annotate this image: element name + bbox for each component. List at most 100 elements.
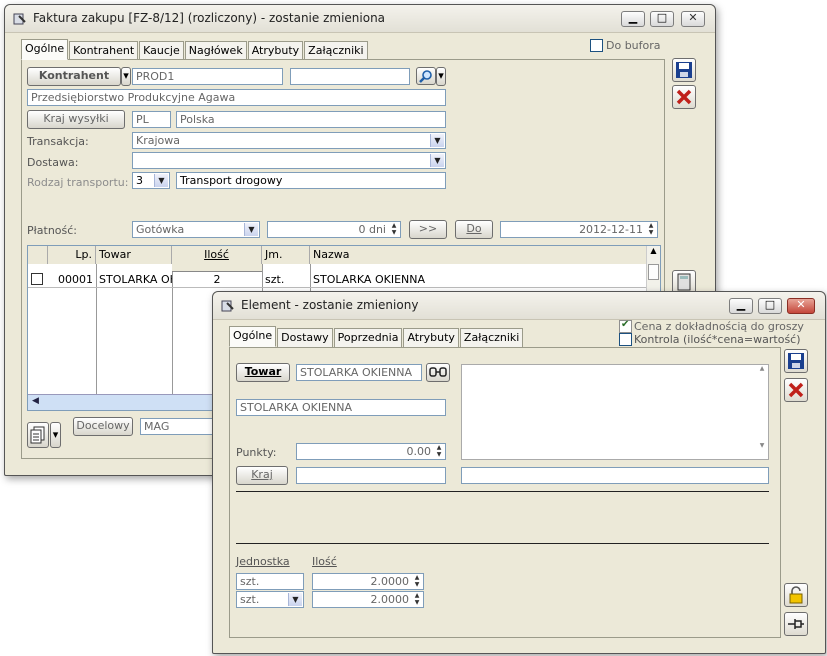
arrow-button[interactable]: >> bbox=[409, 220, 447, 239]
divider-bottom bbox=[236, 543, 769, 544]
dni-spinner[interactable]: 0 dni ▲ ▼ bbox=[267, 221, 401, 238]
jednostka-select-2[interactable]: szt. ▼ bbox=[236, 591, 304, 608]
towar-code-field[interactable]: STOLARKA OKIENNA bbox=[296, 364, 422, 381]
kraj-field[interactable] bbox=[296, 467, 446, 484]
tab-ogolne[interactable]: Ogólne bbox=[229, 326, 277, 347]
kraj-extra-field[interactable] bbox=[461, 467, 769, 484]
rodzaj-transportu-code-select[interactable]: 3 ▼ bbox=[132, 172, 170, 189]
close-button[interactable]: ✕ bbox=[681, 11, 705, 27]
padlock-icon bbox=[789, 586, 803, 604]
maximize-button[interactable]: □ bbox=[650, 11, 674, 27]
row-checkbox[interactable] bbox=[31, 273, 43, 285]
rodzaj-transportu-code: 3 bbox=[136, 174, 143, 187]
table-row[interactable]: 00001 STOLARKA OKIENNA 2 szt. STOLARKA O… bbox=[28, 272, 648, 288]
jednostka-field-1[interactable]: szt. bbox=[236, 573, 304, 590]
kontrahent-search-field[interactable] bbox=[290, 68, 410, 85]
tab-dostawy[interactable]: Dostawy bbox=[277, 328, 333, 347]
platnosc-label: Płatność: bbox=[27, 224, 77, 237]
kontrahent-name-field[interactable]: Przedsiębiorstwo Produkcyjne Agawa bbox=[27, 89, 446, 106]
grid-header-towar[interactable]: Towar bbox=[96, 246, 172, 264]
kraj-code-field[interactable]: PL bbox=[132, 111, 171, 128]
document-dropdown-button[interactable]: ▾ bbox=[50, 422, 61, 448]
do-bufora-checkbox[interactable] bbox=[590, 39, 603, 52]
cancel-button[interactable] bbox=[784, 378, 808, 402]
divider-top bbox=[236, 491, 769, 492]
row-jm: szt. bbox=[265, 273, 285, 286]
save-icon bbox=[676, 62, 692, 78]
document-icon-button[interactable] bbox=[27, 422, 49, 448]
tab-naglowek[interactable]: Nagłówek bbox=[184, 41, 247, 60]
towar-button[interactable]: Towar bbox=[236, 363, 290, 382]
do-button[interactable]: Do bbox=[455, 220, 493, 239]
dostawa-select[interactable]: ▼ bbox=[132, 152, 446, 169]
cancel-button[interactable] bbox=[672, 85, 696, 109]
grid-header-jm[interactable]: Jm. bbox=[262, 246, 310, 264]
date-value: 2012-12-11 bbox=[579, 223, 643, 236]
tab-kaucje[interactable]: Kaucje bbox=[139, 41, 184, 60]
invoice-window-title: Faktura zakupu [FZ-8/12] (rozliczony) - … bbox=[33, 11, 386, 25]
tab-kontrahent[interactable]: Kontrahent bbox=[69, 41, 139, 60]
calculator-icon bbox=[677, 273, 691, 291]
search-icon-button[interactable] bbox=[416, 67, 436, 85]
window-app-icon bbox=[221, 300, 234, 312]
grid-header-ilosc[interactable]: Ilość bbox=[172, 246, 262, 264]
tab-atrybuty[interactable]: Atrybuty bbox=[247, 41, 304, 60]
jednostka-value-2: szt. bbox=[240, 593, 260, 606]
kontrahent-code-field[interactable]: PROD1 bbox=[132, 68, 283, 85]
cena-checkbox[interactable] bbox=[619, 319, 632, 333]
grid-header-nazwa[interactable]: Nazwa bbox=[310, 246, 648, 264]
dostawa-label: Dostawa: bbox=[27, 156, 79, 169]
maximize-button[interactable]: □ bbox=[758, 298, 782, 314]
save-button[interactable] bbox=[672, 58, 696, 82]
description-textarea[interactable]: ▲ ▼ bbox=[461, 364, 769, 460]
tab-zalaczniki[interactable]: Załączniki bbox=[459, 328, 524, 347]
tab-poprzednia[interactable]: Poprzednia bbox=[333, 328, 403, 347]
chevron-down-icon: ▼ bbox=[430, 134, 444, 147]
magazyn-field[interactable]: MAG bbox=[140, 418, 220, 435]
transakcja-value: Krajowa bbox=[136, 134, 180, 147]
save-button[interactable] bbox=[784, 349, 808, 373]
kraj-button[interactable]: Kraj bbox=[236, 466, 288, 485]
do-bufora-label: Do bufora bbox=[606, 39, 661, 52]
ilosc-label: Ilość bbox=[312, 555, 337, 568]
pin-button[interactable] bbox=[784, 612, 808, 636]
search-dropdown-button[interactable]: ▾ bbox=[436, 67, 446, 86]
link-button[interactable] bbox=[426, 363, 450, 382]
unlock-button[interactable] bbox=[784, 583, 808, 607]
transakcja-select[interactable]: Krajowa ▼ bbox=[132, 132, 446, 149]
ilosc-spinner-2[interactable]: 2.0000 ▲ ▼ bbox=[312, 591, 424, 608]
row-lp: 00001 bbox=[58, 273, 93, 286]
platnosc-select[interactable]: Gotówka ▼ bbox=[132, 221, 260, 238]
close-button[interactable]: ✕ bbox=[787, 298, 815, 314]
kraj-name-field[interactable]: Polska bbox=[176, 111, 446, 128]
textarea-scrollbar[interactable]: ▲ ▼ bbox=[756, 365, 768, 459]
docelowy-button[interactable]: Docelowy bbox=[73, 417, 133, 436]
row-ilosc: 2 bbox=[213, 273, 221, 286]
kontrola-checkbox-label: Kontrola (ilość*cena=wartość) bbox=[634, 333, 801, 346]
search-icon bbox=[419, 70, 432, 83]
spinner-arrows-icon: ▲ ▼ bbox=[414, 574, 420, 588]
date-spinner[interactable]: 2012-12-11 ▲ ▼ bbox=[500, 221, 658, 238]
save-icon bbox=[788, 353, 804, 369]
close-icon bbox=[788, 382, 804, 398]
grid-subheader-line bbox=[172, 264, 262, 272]
towar-name-field[interactable]: STOLARKA OKIENNA bbox=[236, 399, 446, 416]
element-window: Element - zostanie zmieniony ▁ □ ✕ Cena … bbox=[212, 291, 826, 654]
tab-atrybuty[interactable]: Atrybuty bbox=[403, 328, 459, 347]
documents-icon bbox=[30, 426, 45, 444]
punkty-spinner[interactable]: 0.00 ▲ ▼ bbox=[296, 443, 446, 460]
tab-zalaczniki[interactable]: Załączniki bbox=[304, 41, 368, 60]
kontrola-checkbox[interactable] bbox=[619, 333, 632, 346]
minimize-button[interactable]: ▁ bbox=[621, 11, 645, 27]
scrollbar-thumb[interactable] bbox=[648, 264, 659, 280]
rodzaj-transportu-name-field[interactable]: Transport drogowy bbox=[176, 172, 446, 189]
tab-ogolne[interactable]: Ogólne bbox=[21, 39, 69, 60]
grid-header-lp[interactable]: Lp. bbox=[48, 246, 96, 264]
ilosc-spinner-1[interactable]: 2.0000 ▲ ▼ bbox=[312, 573, 424, 590]
kontrahent-button[interactable]: Kontrahent bbox=[27, 67, 121, 86]
row-nazwa: STOLARKA OKIENNA bbox=[313, 273, 425, 286]
kontrahent-dropdown-button[interactable]: ▾ bbox=[121, 67, 131, 86]
kraj-wysylki-button[interactable]: Kraj wysyłki bbox=[27, 110, 125, 129]
minimize-button[interactable]: ▁ bbox=[729, 298, 753, 314]
scroll-left-icon[interactable]: ◀ bbox=[32, 396, 39, 406]
